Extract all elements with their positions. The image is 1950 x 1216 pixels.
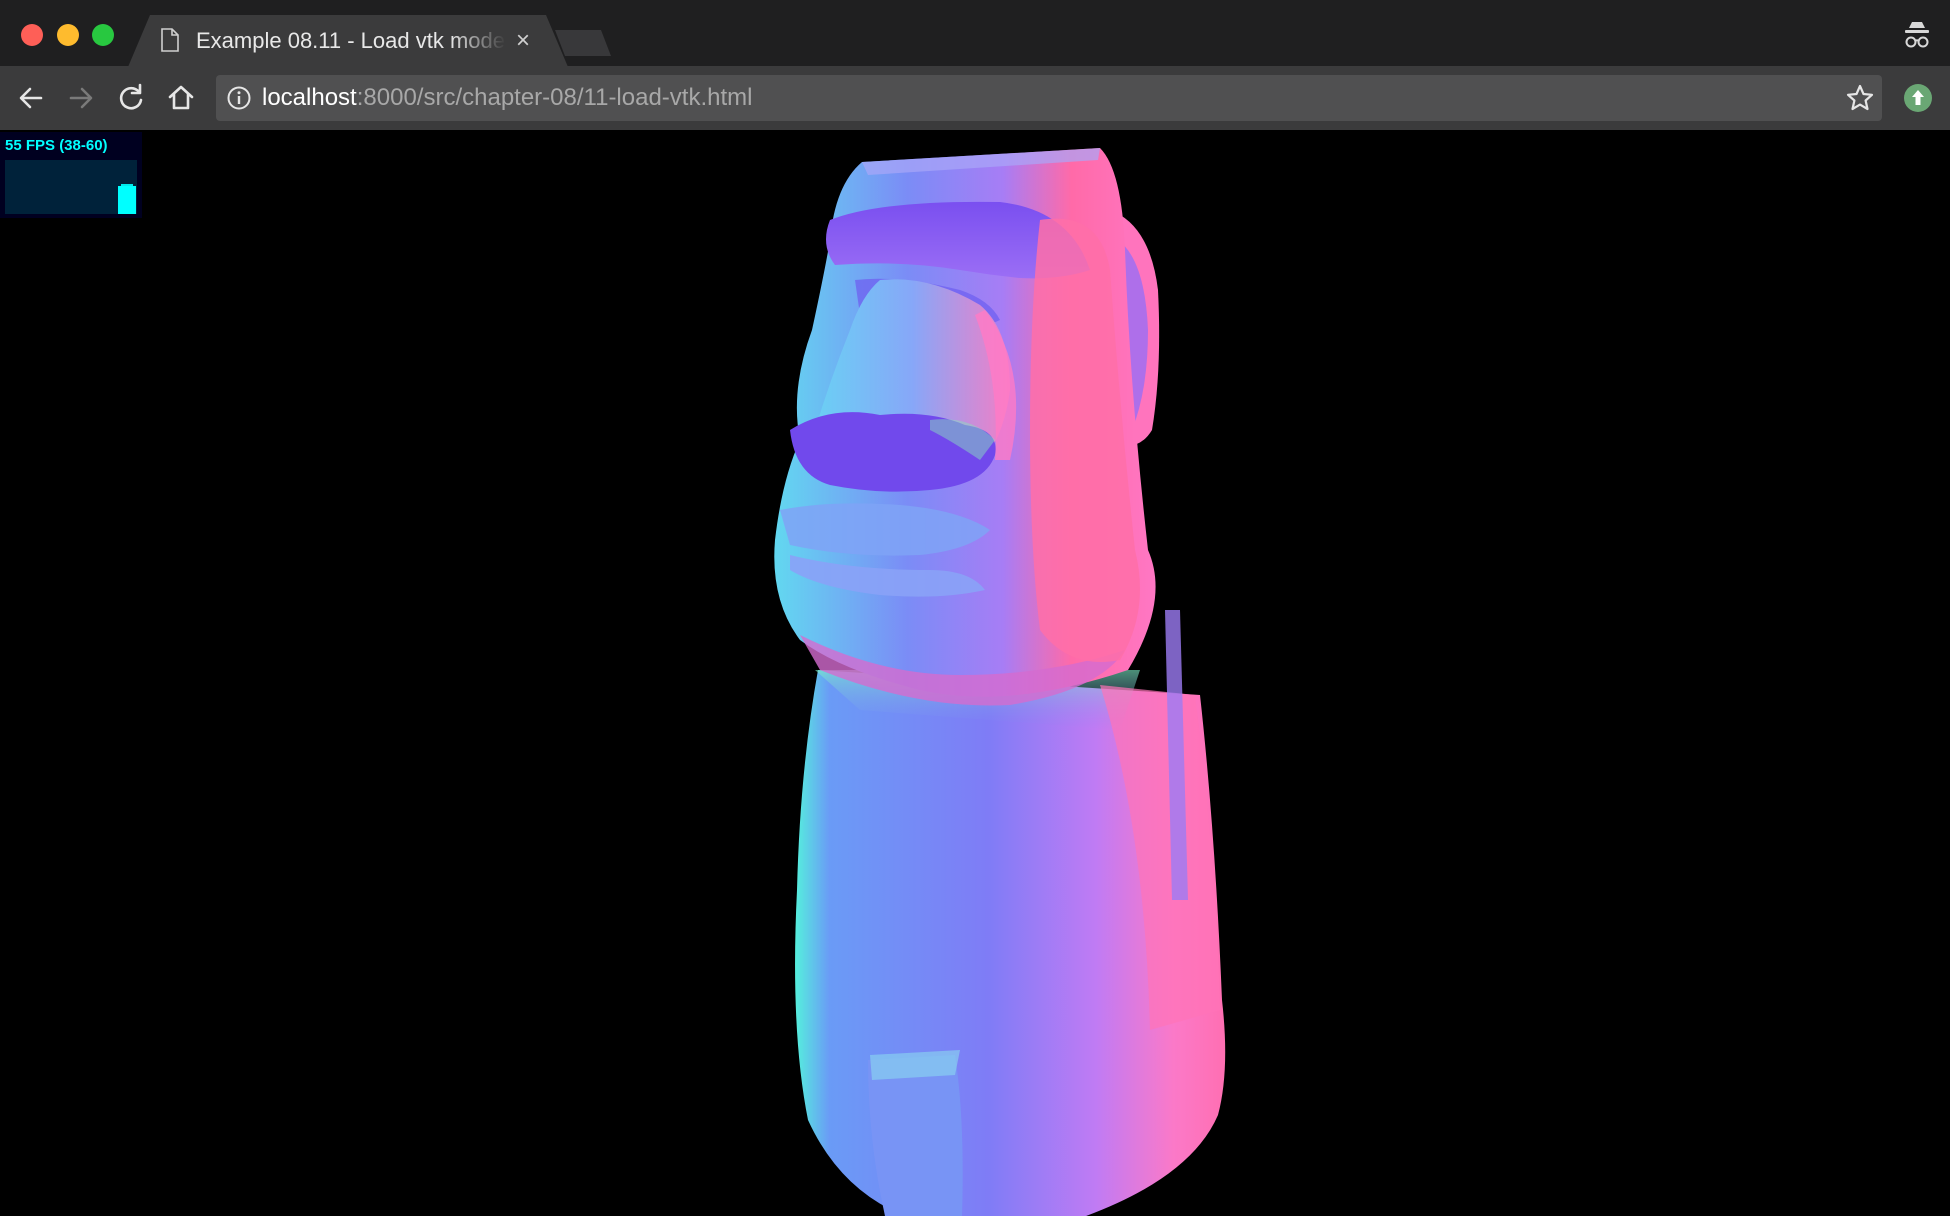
tab-close-button[interactable]: × [510, 26, 536, 56]
forward-button[interactable] [63, 80, 99, 116]
moai-model [774, 148, 1226, 1216]
maximize-window-button[interactable] [92, 24, 114, 46]
url-host: localhost [262, 84, 357, 111]
home-button[interactable] [163, 80, 199, 116]
fps-label: 55 FPS (38-60) [5, 137, 108, 154]
arrow-right-icon [69, 87, 93, 109]
minimize-window-button[interactable] [57, 24, 79, 46]
url-path: :8000/src/chapter-08/11-load-vtk.html [356, 84, 753, 111]
fps-graph-bar [121, 184, 133, 214]
tab-title: Example 08.11 - Load vtk model [196, 28, 506, 53]
fps-stats-panel[interactable]: 55 FPS (38-60) [0, 132, 142, 218]
info-icon[interactable] [226, 85, 252, 111]
tab-strip: Example 08.11 - Load vtk model × [0, 0, 1950, 67]
back-button[interactable] [13, 80, 49, 116]
home-icon [168, 85, 194, 110]
url-text[interactable]: localhost:8000/src/chapter-08/11-load-vt… [262, 82, 752, 114]
webgl-viewport[interactable]: 55 FPS (38-60) [0, 130, 1950, 1216]
new-tab-button[interactable] [555, 30, 611, 56]
arrow-left-icon [19, 87, 43, 109]
close-window-button[interactable] [21, 24, 43, 46]
page-icon [160, 28, 180, 52]
fps-graph [5, 160, 137, 214]
incognito-icon [1900, 18, 1934, 52]
browser-window: Example 08.11 - Load vtk model × localho… [0, 0, 1950, 1216]
extension-icon[interactable] [1902, 82, 1934, 114]
reload-icon [119, 83, 143, 110]
star-icon[interactable] [1844, 82, 1876, 114]
reload-button[interactable] [113, 80, 149, 116]
